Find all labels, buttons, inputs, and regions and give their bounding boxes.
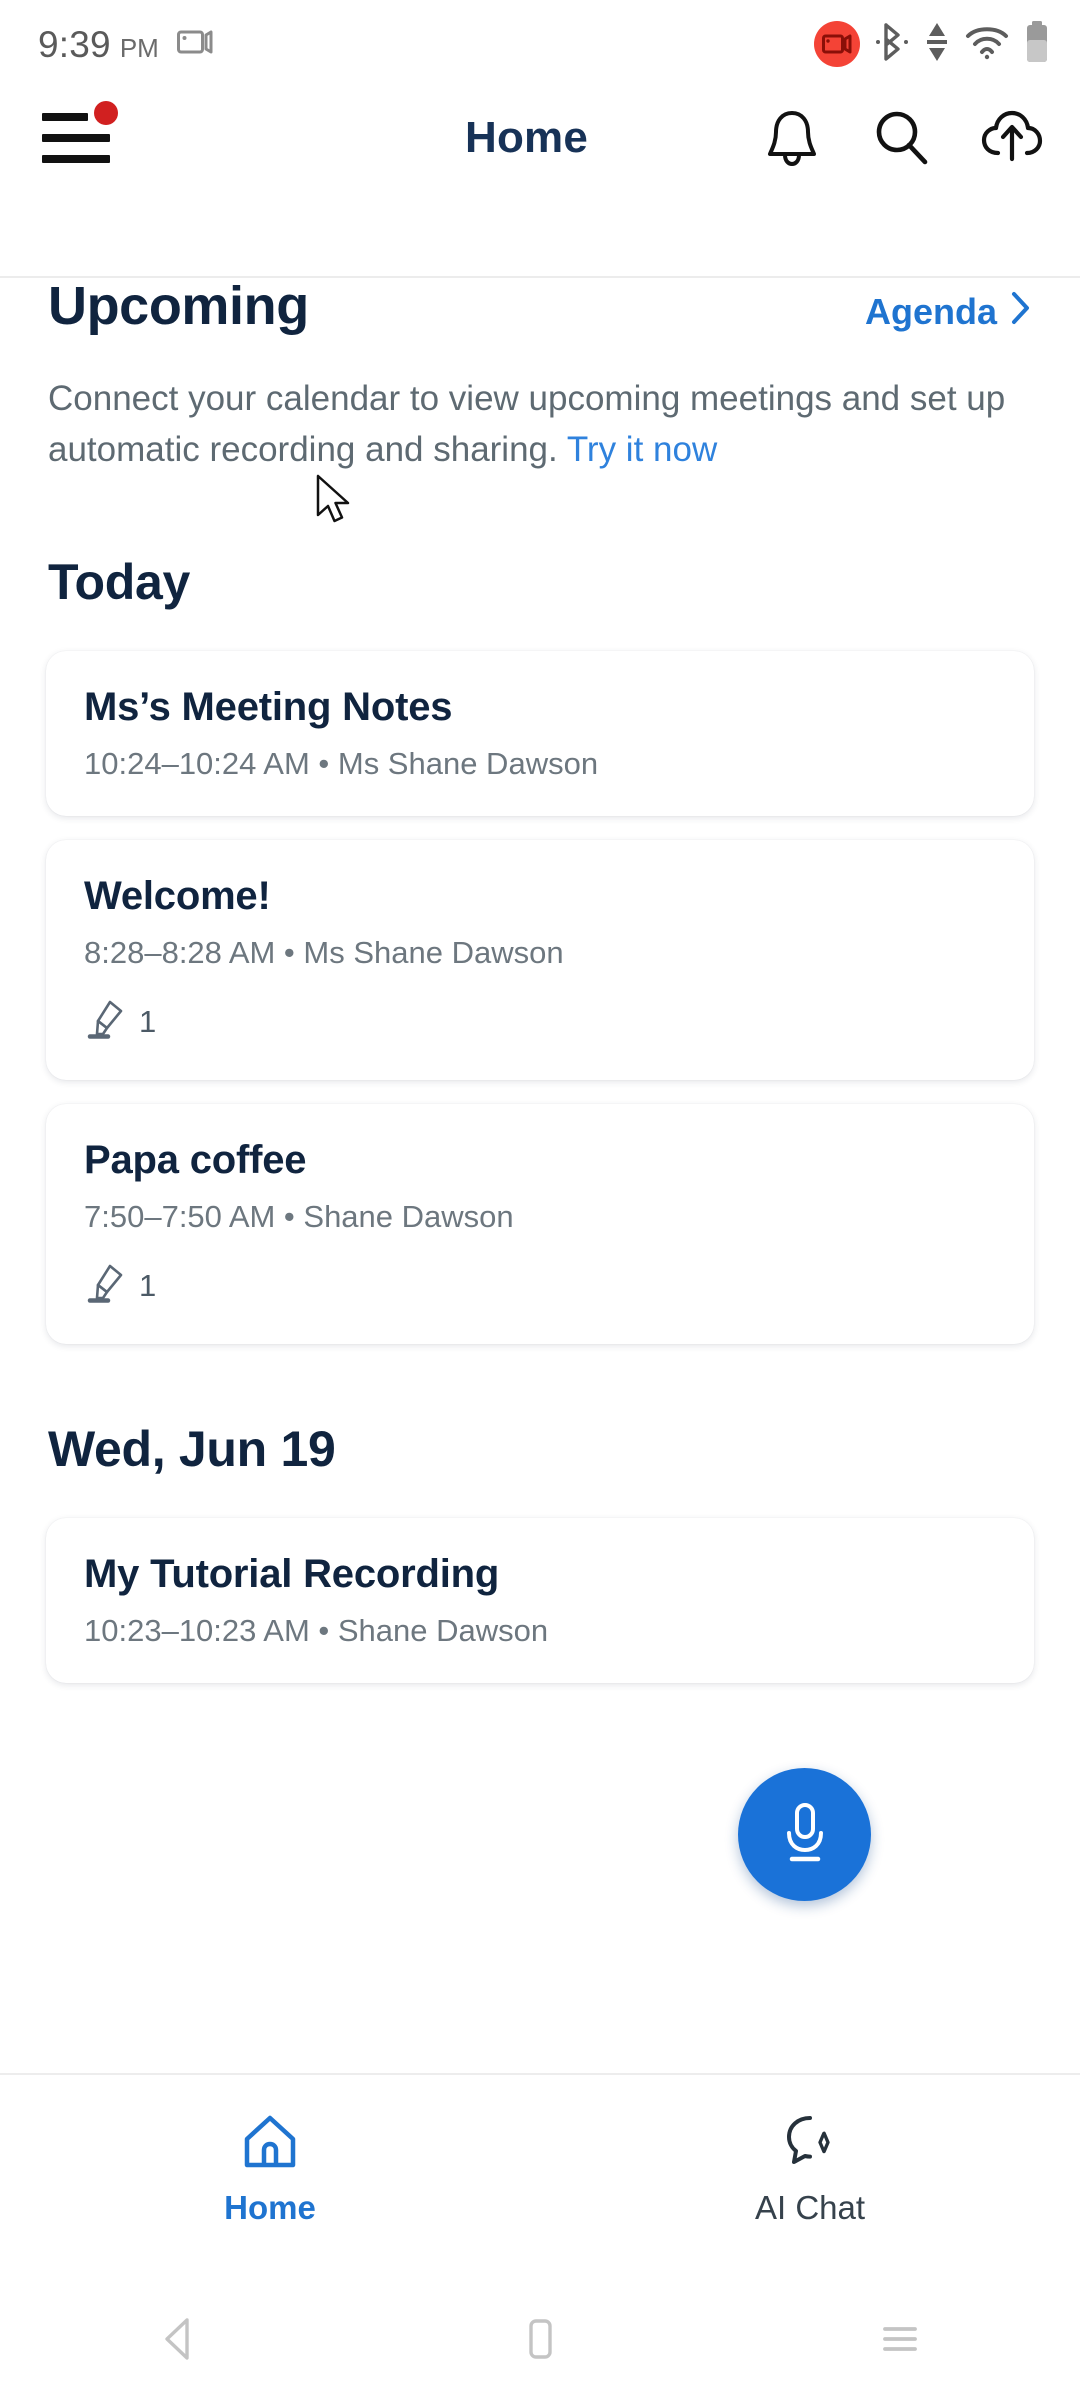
next-day-card-list: My Tutorial Recording 10:23–10:23 AM • S… bbox=[0, 1518, 1080, 1684]
app-header: Home bbox=[0, 88, 1080, 278]
screen-record-icon bbox=[176, 26, 215, 63]
home-icon bbox=[241, 2113, 299, 2176]
hamburger-line-top bbox=[42, 113, 88, 121]
hamburger-line-middle bbox=[42, 134, 110, 142]
table-row[interactable]: My Tutorial Recording 10:23–10:23 AM • S… bbox=[46, 1518, 1034, 1684]
table-row[interactable]: Ms’s Meeting Notes 10:24–10:24 AM • Ms S… bbox=[46, 651, 1034, 817]
card-subtitle: 7:50–7:50 AM • Shane Dawson bbox=[84, 1199, 514, 1235]
next-day-heading: Wed, Jun 19 bbox=[48, 1421, 336, 1478]
nav-item-home-label: Home bbox=[224, 2189, 316, 2226]
upcoming-title: Upcoming bbox=[48, 276, 309, 336]
table-row[interactable]: Papa coffee 7:50–7:50 AM • Shane Dawson … bbox=[46, 1104, 1034, 1345]
hamburger-menu-icon[interactable] bbox=[42, 101, 120, 169]
data-transfer-icon bbox=[924, 21, 950, 68]
bottom-navigation: Home AI Chat bbox=[0, 2073, 1080, 2278]
mobile-screen: 9:39 PM Home Upcoming Agenda Connect you… bbox=[0, 0, 1080, 2400]
highlighter-icon bbox=[84, 997, 126, 1046]
hamburger-line-bottom bbox=[42, 155, 110, 163]
card-title: Papa coffee bbox=[84, 1138, 307, 1183]
card-subtitle: 8:28–8:28 AM • Ms Shane Dawson bbox=[84, 935, 564, 971]
main-content: Upcoming Agenda Connect your calendar to… bbox=[0, 190, 1080, 1684]
agenda-link-label: Agenda bbox=[864, 291, 997, 332]
record-fab-button[interactable] bbox=[738, 1768, 871, 1901]
recording-badge-icon bbox=[814, 21, 860, 67]
card-meta: 1 bbox=[84, 1261, 996, 1310]
status-bar-right bbox=[814, 20, 1050, 69]
page-title: Home bbox=[465, 113, 589, 162]
upcoming-section-header: Upcoming Agenda bbox=[0, 275, 1080, 337]
mouse-cursor bbox=[315, 474, 357, 535]
nav-item-ai-chat[interactable]: AI Chat bbox=[540, 2113, 1080, 2227]
today-heading: Today bbox=[48, 554, 191, 611]
home-square-icon[interactable] bbox=[360, 2315, 720, 2363]
bluetooth-icon bbox=[875, 21, 909, 68]
nav-item-ai-chat-label: AI Chat bbox=[754, 2189, 866, 2226]
wifi-icon bbox=[965, 24, 1009, 65]
chevron-right-icon bbox=[1010, 291, 1032, 334]
agenda-link[interactable]: Agenda bbox=[865, 291, 1032, 334]
status-ampm: PM bbox=[119, 32, 159, 63]
status-bar: 9:39 PM bbox=[0, 0, 1080, 88]
upcoming-description: Connect your calendar to view upcoming m… bbox=[0, 373, 1080, 475]
today-card-list: Ms’s Meeting Notes 10:24–10:24 AM • Ms S… bbox=[0, 651, 1080, 1345]
cloud-upload-icon[interactable] bbox=[978, 104, 1046, 172]
highlight-count: 1 bbox=[139, 1003, 157, 1039]
highlight-count: 1 bbox=[139, 1267, 157, 1303]
microphone-icon bbox=[775, 1797, 835, 1872]
app-header-actions bbox=[758, 104, 1046, 172]
battery-icon bbox=[1024, 20, 1050, 69]
bell-icon[interactable] bbox=[758, 104, 826, 172]
card-meta: 1 bbox=[84, 997, 996, 1046]
status-clock: 9:39 PM bbox=[38, 26, 159, 63]
notification-dot-badge bbox=[94, 101, 118, 125]
card-title: Ms’s Meeting Notes bbox=[84, 685, 453, 730]
ai-chat-icon bbox=[781, 2113, 839, 2176]
upcoming-description-text: Connect your calendar to view upcoming m… bbox=[48, 379, 1006, 470]
try-it-now-link[interactable]: Try it now bbox=[567, 430, 717, 469]
table-row[interactable]: Welcome! 8:28–8:28 AM • Ms Shane Dawson … bbox=[46, 840, 1034, 1081]
highlighter-icon bbox=[84, 1261, 126, 1310]
status-time: 9:39 bbox=[38, 23, 111, 65]
nav-item-home[interactable]: Home bbox=[0, 2113, 540, 2227]
back-icon[interactable] bbox=[0, 2315, 360, 2363]
search-icon[interactable] bbox=[868, 104, 936, 172]
card-title: My Tutorial Recording bbox=[84, 1552, 500, 1597]
android-navigation-bar bbox=[0, 2278, 1080, 2400]
card-title: Welcome! bbox=[84, 874, 271, 919]
recents-icon[interactable] bbox=[720, 2315, 1080, 2363]
card-subtitle: 10:23–10:23 AM • Shane Dawson bbox=[84, 1613, 549, 1649]
card-subtitle: 10:24–10:24 AM • Ms Shane Dawson bbox=[84, 746, 599, 782]
status-bar-left: 9:39 PM bbox=[38, 26, 215, 63]
